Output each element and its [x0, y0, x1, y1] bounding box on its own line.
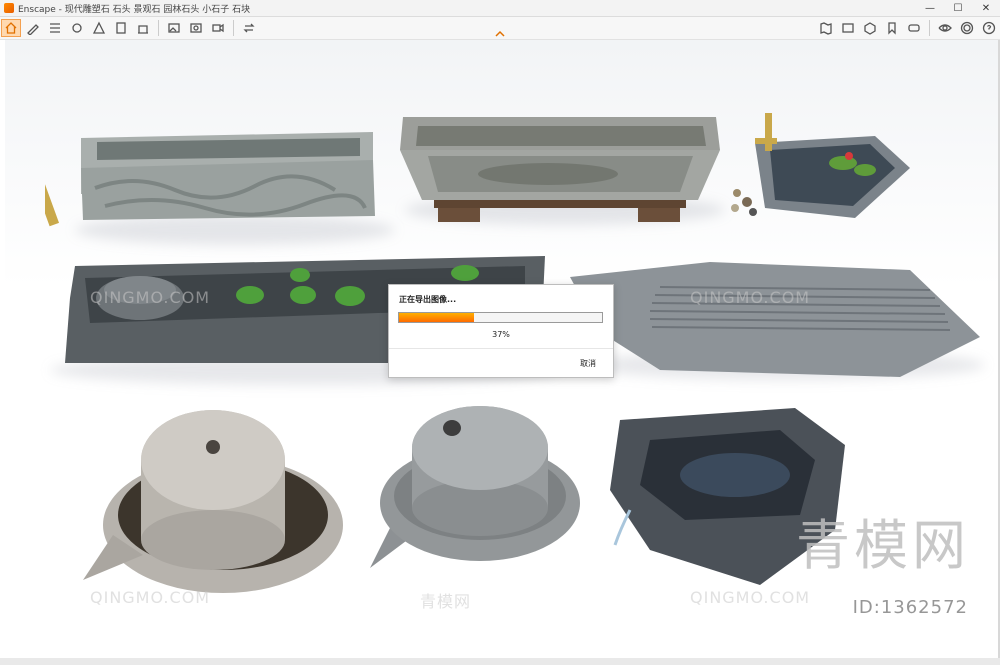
export-progress-dialog: 正在导出图像... 37% 取消 — [388, 284, 614, 378]
progress-percent: 37% — [492, 330, 510, 339]
collapse-toolbar-icon[interactable] — [495, 30, 505, 38]
cancel-button[interactable]: 取消 — [580, 358, 596, 369]
screenshot-icon[interactable] — [838, 19, 858, 37]
export-panorama-icon[interactable] — [186, 19, 206, 37]
home-icon[interactable] — [1, 19, 21, 37]
bamboo-spout-basin — [731, 113, 910, 218]
help-icon[interactable] — [979, 19, 999, 37]
list-icon[interactable] — [45, 19, 65, 37]
granite-millstone — [83, 410, 343, 593]
cube-icon[interactable] — [860, 19, 880, 37]
dialog-title: 正在导出图像... — [399, 295, 457, 304]
settings-icon[interactable] — [957, 19, 977, 37]
close-button[interactable]: ✕ — [972, 0, 1000, 16]
rough-stone-slab — [570, 262, 980, 377]
watermark-text: QINGMO.COM — [90, 588, 211, 607]
export-video-icon[interactable] — [208, 19, 228, 37]
watermark-text: QINGMO.COM — [690, 588, 811, 607]
round-millstone-with-spout — [370, 406, 580, 568]
capture-icon[interactable] — [67, 19, 87, 37]
window-edge — [0, 658, 1000, 665]
minimize-button[interactable]: — — [916, 0, 944, 16]
watermark-id: ID:1362572 — [852, 597, 968, 618]
bookmark-icon[interactable] — [882, 19, 902, 37]
building-icon[interactable] — [133, 19, 153, 37]
watermark-text: 青模网 — [420, 592, 472, 611]
toolbar-separator — [158, 20, 159, 36]
vr-icon[interactable] — [904, 19, 924, 37]
window-title: Enscape - 现代雕塑石 石头 景观石 园林石头 小石子 石块 — [18, 4, 251, 15]
visibility-icon[interactable] — [935, 19, 955, 37]
toolbar-separator — [233, 20, 234, 36]
book-icon[interactable] — [111, 19, 131, 37]
asset-icon[interactable] — [89, 19, 109, 37]
maximize-button[interactable]: ☐ — [944, 0, 972, 16]
export-image-icon[interactable] — [164, 19, 184, 37]
title-bar: Enscape - 现代雕塑石 石头 景观石 园林石头 小石子 石块 — ☐ ✕ — [0, 0, 1000, 17]
watermark-logo: 青模网 — [796, 514, 970, 577]
enscape-logo-icon — [4, 3, 14, 13]
sync-icon[interactable] — [239, 19, 259, 37]
watermark-text: QINGMO.COM — [690, 288, 811, 307]
watermark-text: QINGMO.COM — [90, 288, 211, 307]
toolbar-separator — [929, 20, 930, 36]
progress-fill — [399, 313, 475, 322]
progress-bar — [398, 312, 603, 323]
dialog-divider — [389, 348, 613, 349]
draw-icon[interactable] — [23, 19, 43, 37]
map-icon[interactable] — [816, 19, 836, 37]
